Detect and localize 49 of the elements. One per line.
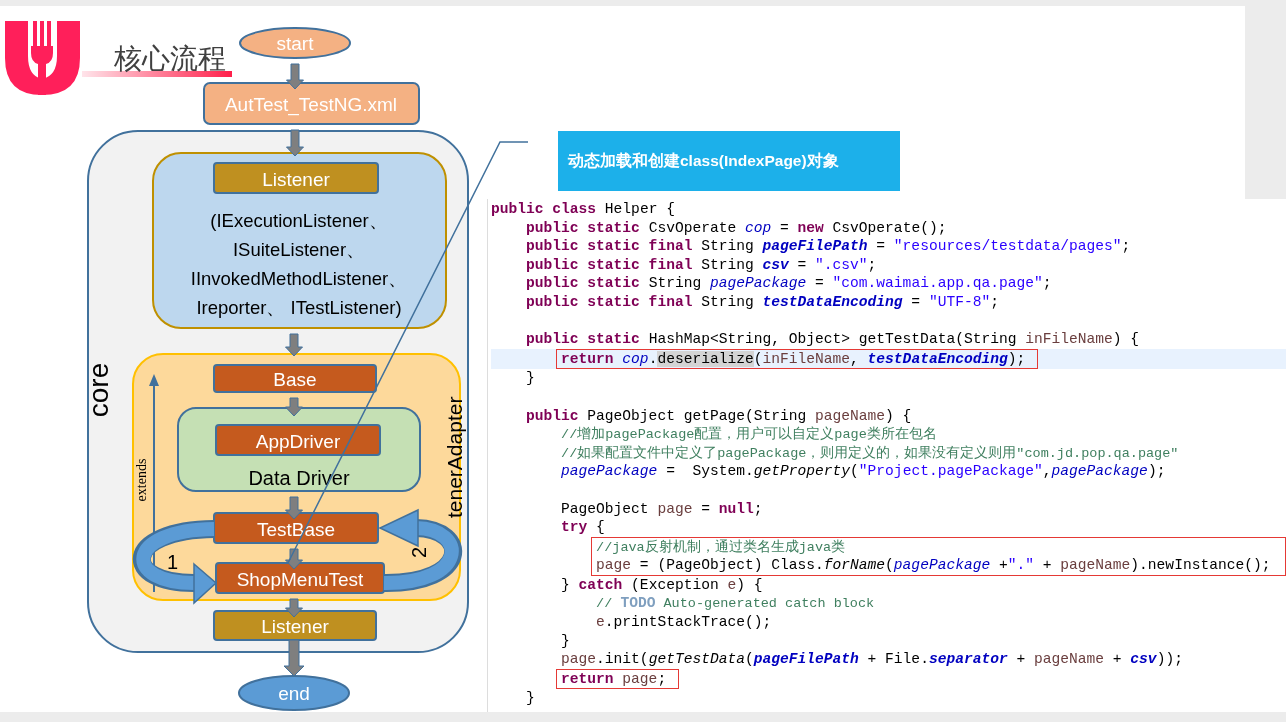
code-line: page = (PageObject) Class.forName(pagePackage +"." + pageName).newInstance(); bbox=[596, 556, 1271, 575]
code-line: public static final String csv = ".csv"; bbox=[526, 255, 877, 275]
down-arrow-icon bbox=[285, 548, 303, 570]
testbase-node: TestBase bbox=[213, 512, 379, 544]
code-line: } bbox=[526, 369, 535, 388]
code-line: //增加pagePackage配置，用户可以自定义page类所在包名 bbox=[561, 425, 937, 444]
appdriver-node: AppDriver bbox=[215, 424, 381, 456]
code-line: public static String pagePackage = "com.waimai.app.qa.page"; bbox=[526, 274, 1052, 293]
extends-label: extends bbox=[134, 458, 149, 502]
testclass-node: ShopMenuTest bbox=[215, 562, 385, 594]
down-arrow-icon bbox=[286, 63, 304, 90]
core-label: core bbox=[83, 362, 114, 418]
code-line: pagePackage = System.getProperty("Project.pagePackage",pagePackage); bbox=[561, 462, 1166, 481]
code-line: PageObject page = null; bbox=[561, 499, 763, 519]
down-arrow-icon bbox=[285, 598, 303, 618]
config-node: AutTest_TestNG.xml bbox=[203, 82, 420, 125]
code-line: public static final String testDataEncoding = "UTF-8"; bbox=[526, 292, 999, 312]
code-line: try { bbox=[561, 518, 605, 537]
end-node: end bbox=[238, 675, 350, 711]
listener-interfaces: (IExecutionListener、 ISuiteListener、 IInvokedMethodListener、 Ireporter、 ITestListener) bbox=[190, 210, 408, 318]
code-line: public PageObject getPage(String pageName) { bbox=[526, 406, 912, 426]
base-node: Base bbox=[213, 364, 377, 393]
code-line: return page; bbox=[561, 669, 667, 689]
driver-label: Data Driver bbox=[248, 467, 350, 489]
down-arrow-icon bbox=[285, 397, 303, 417]
code-line: //如果配置文件中定义了pagePackage，则用定义的，如果没有定义则用"com.jd.pop.qa.page" bbox=[561, 444, 1179, 463]
code-line: public static final String pageFilePath = "resources/testdata/pages"; bbox=[526, 237, 1131, 256]
code-line: public class Helper { bbox=[491, 200, 675, 219]
code-line: } catch (Exception e) { bbox=[561, 575, 763, 595]
code-line: //java反射机制，通过类名生成java类 bbox=[596, 538, 846, 557]
code-line: e.printStackTrace(); bbox=[596, 613, 772, 632]
listener-header: Listener bbox=[213, 162, 379, 194]
code-line: public static CsvOperate cop = new CsvOperate(); bbox=[526, 218, 947, 238]
code-line: } bbox=[526, 689, 535, 709]
start-node: start bbox=[239, 27, 351, 59]
code-line: public static HashMap<String, Object> getTestData(String inFileName) { bbox=[526, 330, 1140, 349]
code-line: // TODO Auto-generated catch block bbox=[596, 594, 875, 614]
code-line: return cop.deserialize(inFileName, testDataEncoding); bbox=[561, 349, 1026, 369]
loop-number: 1 bbox=[167, 551, 179, 573]
adapter-label: tenerAdapter bbox=[443, 396, 466, 518]
down-arrow-icon bbox=[285, 496, 303, 520]
slide-title: 核心流程 bbox=[114, 42, 226, 75]
listener-node: Listener bbox=[213, 610, 377, 641]
callout-box: 动态加载和创建class(IndexPage)对象 bbox=[558, 131, 900, 191]
loop-number: 2 bbox=[408, 546, 430, 558]
fork-icon bbox=[5, 21, 80, 95]
code-line: page.init(getTestData(pageFilePath + File.separator + pageName + csv)); bbox=[561, 650, 1183, 669]
down-arrow-icon bbox=[285, 333, 303, 357]
code-line: } bbox=[561, 631, 570, 651]
